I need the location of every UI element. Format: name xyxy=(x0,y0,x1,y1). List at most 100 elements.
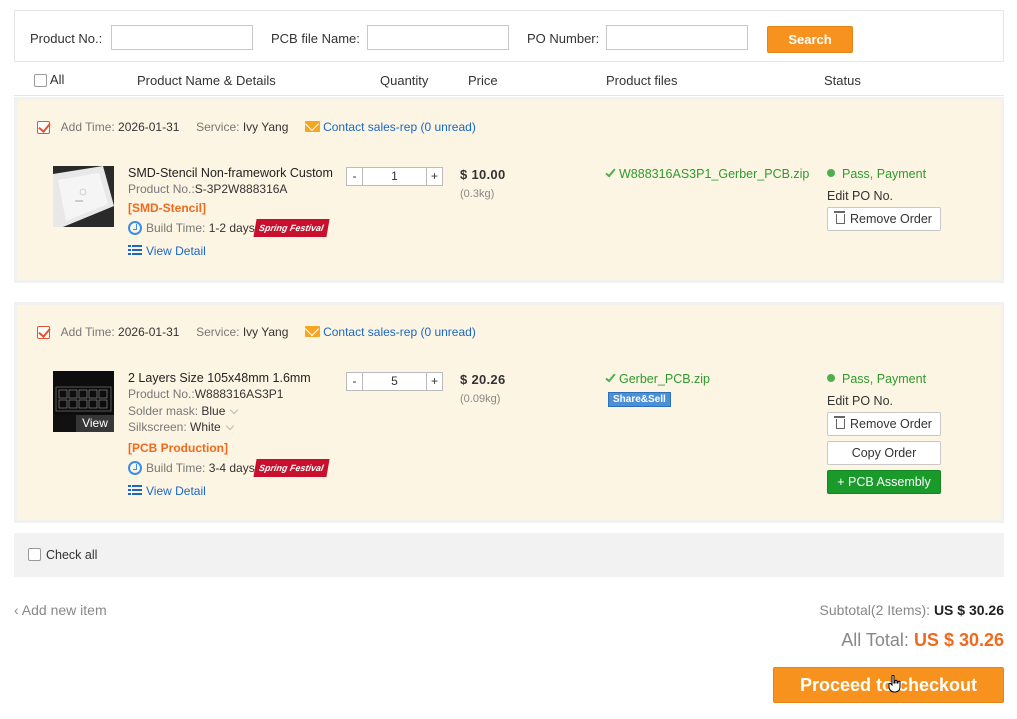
silkscreen-label: Silkscreen: xyxy=(128,420,187,434)
status-text: Pass, Payment xyxy=(842,372,927,386)
share-sell-button[interactable]: Share&Sell xyxy=(608,392,671,407)
order-checkbox[interactable] xyxy=(37,121,50,135)
search-bar: Product No.: PCB file Name: PO Number: S… xyxy=(14,10,1004,62)
check-all-label[interactable]: Check all xyxy=(46,548,97,562)
service-rep: Ivy Yang xyxy=(242,120,289,134)
po-number-input[interactable] xyxy=(606,25,748,50)
solder-mask-value: Blue xyxy=(201,404,226,418)
search-button[interactable]: Search xyxy=(767,26,853,53)
silkscreen-value: White xyxy=(190,420,221,434)
quantity-value[interactable]: 5 xyxy=(363,373,426,390)
select-all-checkbox[interactable] xyxy=(34,74,47,88)
decrease-button[interactable]: - xyxy=(347,373,363,390)
col-files: Product files xyxy=(606,73,678,88)
remove-order-button[interactable]: Remove Order xyxy=(827,207,941,231)
col-product: Product Name & Details xyxy=(137,73,276,88)
status-text: Pass, Payment xyxy=(842,167,927,181)
spring-festival-badge: Spring Festival xyxy=(253,459,329,477)
select-all[interactable]: All xyxy=(34,72,65,88)
order-card: Add Time: 2026-01-31 Service: Ivy Yang C… xyxy=(14,97,1004,283)
remove-order-label: Remove Order xyxy=(850,212,932,226)
order-status: Pass, Payment xyxy=(827,167,926,181)
solder-mask-label: Solder mask: xyxy=(128,404,199,418)
trash-icon xyxy=(834,416,845,429)
col-quantity: Quantity xyxy=(380,73,429,88)
item-weight: (0.3kg) xyxy=(460,188,495,200)
mail-icon xyxy=(305,121,321,132)
product-no-label: Product No.: xyxy=(128,182,195,196)
product-file[interactable]: W888316AS3P1_Gerber_PCB.zip xyxy=(605,166,809,181)
product-category: [PCB Production] xyxy=(128,441,228,455)
remove-order-label: Remove Order xyxy=(850,417,932,431)
check-all-checkbox[interactable] xyxy=(28,548,41,561)
build-time-label: Build Time: xyxy=(146,221,206,235)
product-no-label: Product No.: xyxy=(128,387,195,401)
pcb-thumbnail[interactable]: View xyxy=(53,371,114,432)
mail-icon xyxy=(305,326,321,337)
build-time: Build Time: 3-4 days Spring Festival xyxy=(128,459,329,477)
hand-cursor-icon xyxy=(888,675,901,693)
add-new-item-link[interactable]: ‹ Add new item xyxy=(14,602,107,618)
contact-sales-text[interactable]: Contact sales-rep (0 unread) xyxy=(323,325,476,339)
product-file[interactable]: Gerber_PCB.zip xyxy=(605,371,710,386)
product-no-input[interactable] xyxy=(111,25,253,50)
build-time-label: Build Time: xyxy=(146,461,206,475)
order-checkbox[interactable] xyxy=(37,326,50,340)
quantity-value[interactable]: 1 xyxy=(363,168,426,185)
order-header: Add Time: 2026-01-31 Service: Ivy Yang C… xyxy=(37,120,476,135)
select-all-label: All xyxy=(49,72,65,87)
chevron-down-icon xyxy=(225,421,234,431)
view-detail-link[interactable]: View Detail xyxy=(128,483,327,499)
status-dot-icon xyxy=(827,169,835,177)
view-detail-text[interactable]: View Detail xyxy=(146,484,206,498)
quantity-stepper[interactable]: - 1 + xyxy=(346,167,443,186)
subtotal-value: US $ 30.26 xyxy=(933,602,1004,618)
product-name: 2 Layers Size 105x48mm 1.6mm xyxy=(128,371,311,385)
product-no: W888316AS3P1 xyxy=(194,387,284,401)
build-time-value: 1-2 days xyxy=(208,221,255,235)
stencil-thumbnail[interactable] xyxy=(53,166,114,227)
contact-sales-link[interactable]: Contact sales-rep (0 unread) xyxy=(305,120,476,134)
product-file-name[interactable]: Gerber_PCB.zip xyxy=(619,372,710,386)
view-detail-link[interactable]: View Detail xyxy=(128,243,333,259)
increase-button[interactable]: + xyxy=(426,373,442,390)
edit-po-link[interactable]: Edit PO No. xyxy=(827,189,893,203)
copy-order-button[interactable]: Copy Order xyxy=(827,441,941,465)
thumbnail-view-label[interactable]: View xyxy=(76,415,114,432)
col-price: Price xyxy=(468,73,498,88)
add-new-item-text[interactable]: Add new item xyxy=(22,602,107,618)
product-file-name[interactable]: W888316AS3P1_Gerber_PCB.zip xyxy=(619,167,809,181)
contact-sales-link[interactable]: Contact sales-rep (0 unread) xyxy=(305,325,476,339)
pcb-file-input[interactable] xyxy=(367,25,509,50)
contact-sales-text[interactable]: Contact sales-rep (0 unread) xyxy=(323,120,476,134)
product-name: SMD-Stencil Non-framework Custom xyxy=(128,166,333,180)
add-time-label: Add Time: xyxy=(60,325,115,339)
all-total-value: US $ 30.26 xyxy=(913,630,1004,650)
subtotal-label: Subtotal(2 Items): xyxy=(819,602,931,618)
order-header: Add Time: 2026-01-31 Service: Ivy Yang C… xyxy=(37,325,476,340)
product-info: SMD-Stencil Non-framework Custom Product… xyxy=(128,165,333,259)
order-status: Pass, Payment xyxy=(827,372,926,386)
check-all-bar: Check all xyxy=(14,533,1004,577)
build-time: Build Time: 1-2 days Spring Festival xyxy=(128,219,333,237)
po-number-label: PO Number: xyxy=(527,31,600,46)
quantity-stepper[interactable]: - 5 + xyxy=(346,372,443,391)
spring-festival-badge: Spring Festival xyxy=(253,219,329,237)
remove-order-button[interactable]: Remove Order xyxy=(827,412,941,436)
decrease-button[interactable]: - xyxy=(347,168,363,185)
increase-button[interactable]: + xyxy=(426,168,442,185)
list-icon xyxy=(128,245,142,256)
view-detail-text[interactable]: View Detail xyxy=(146,244,206,258)
item-price: $ 20.26 xyxy=(460,372,506,387)
service-label: Service: xyxy=(196,325,240,339)
pcb-assembly-button[interactable]: + PCB Assembly xyxy=(827,470,941,494)
edit-po-link[interactable]: Edit PO No. xyxy=(827,394,893,408)
status-dot-icon xyxy=(827,374,835,382)
service-label: Service: xyxy=(196,120,240,134)
product-no: S-3P2W888316A xyxy=(194,182,288,196)
list-icon xyxy=(128,485,142,496)
product-info: 2 Layers Size 105x48mm 1.6mm Product No.… xyxy=(128,370,329,499)
build-time-value: 3-4 days xyxy=(208,461,255,475)
col-status: Status xyxy=(824,73,861,88)
build-time-icon xyxy=(128,461,142,475)
